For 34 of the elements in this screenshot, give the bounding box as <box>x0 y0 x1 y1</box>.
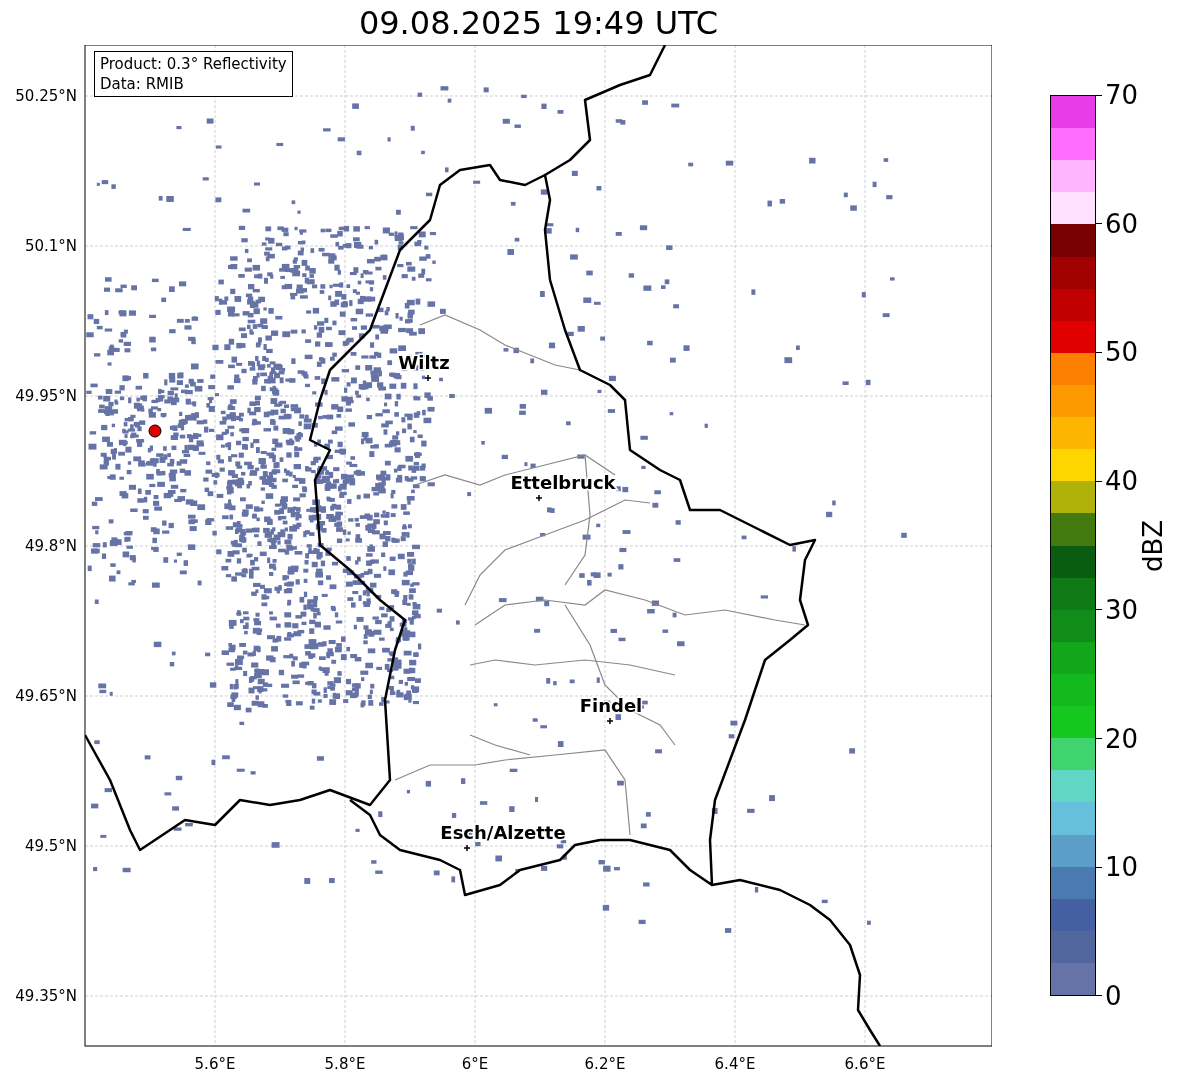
colorbar-tick-label: 10 <box>1105 852 1139 883</box>
colorbar-tick-label: 20 <box>1105 723 1139 754</box>
city-marker-icon <box>463 844 471 852</box>
city-label: Findel <box>579 695 643 716</box>
city-label: Wiltz <box>398 352 450 373</box>
longitude-label: 6.4°E <box>714 1055 756 1073</box>
colorbar-tick-label: 0 <box>1105 980 1122 1011</box>
longitude-label: 5.8°E <box>324 1055 366 1073</box>
info-text: Data: RMIB <box>100 74 185 94</box>
longitude-label: 5.6°E <box>194 1055 236 1073</box>
latitude-label: 49.65°N <box>15 687 77 705</box>
city-marker-icon <box>535 494 543 502</box>
colorbar-tick-label: 60 <box>1105 208 1139 239</box>
radar-site-marker <box>148 424 162 438</box>
city-marker-icon <box>424 374 432 382</box>
city-marker-icon <box>606 717 614 725</box>
latitude-label: 49.95°N <box>15 387 77 405</box>
chart-title: 09.08.2025 19:49 UTC <box>357 2 720 44</box>
colorbar-tick-label: 30 <box>1105 594 1139 625</box>
latitude-label: 50.1°N <box>24 237 77 255</box>
info-text: Product: 0.3° Reflectivity <box>100 54 287 74</box>
longitude-label: 6.2°E <box>584 1055 626 1073</box>
city-label: Ettelbruck <box>510 472 616 493</box>
longitude-label: 6°E <box>461 1055 489 1073</box>
colorbar-tick-label: 70 <box>1105 80 1139 110</box>
latitude-label: 50.25°N <box>15 87 77 105</box>
colorbar-tick-label: 40 <box>1105 466 1139 497</box>
longitude-label: 6.6°E <box>844 1055 886 1073</box>
latitude-label: 49.5°N <box>24 837 77 855</box>
latitude-label: 49.35°N <box>15 987 77 1005</box>
colorbar-tick-label: 50 <box>1105 337 1139 368</box>
city-label: Esch/Alzette <box>440 822 566 843</box>
colorbar-label: dBZ <box>1138 519 1169 572</box>
latitude-label: 49.8°N <box>24 537 77 555</box>
